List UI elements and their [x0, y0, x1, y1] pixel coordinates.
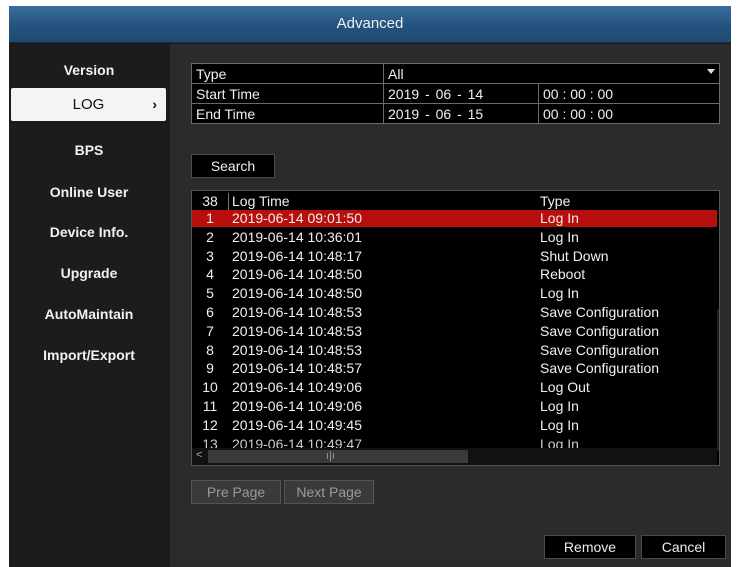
sidebar-item-automaintain[interactable]: AutoMaintain: [9, 306, 169, 322]
log-row-index: 4: [206, 266, 214, 283]
log-row[interactable]: 8 2019-06-14 10:48:53 Save Configuration: [192, 342, 717, 359]
end-date-field[interactable]: 2019 - 06 - 15: [383, 103, 539, 124]
log-row-index: 1: [206, 210, 214, 226]
log-list-header: 38 Log Time Type: [192, 193, 717, 210]
log-row-index: 8: [206, 341, 214, 358]
sidebar-item-device-info[interactable]: Device Info.: [9, 224, 169, 240]
log-row[interactable]: 12 2019-06-14 10:49:45 Log In: [192, 417, 717, 434]
search-button[interactable]: Search: [191, 154, 275, 178]
sidebar-item-bps[interactable]: BPS: [9, 142, 169, 158]
log-row-time: 2019-06-14 10:48:53: [232, 304, 362, 320]
end-time-field[interactable]: 00 : 00 : 00: [538, 103, 720, 124]
log-list: 38 Log Time Type 1 2019-06-14 09:01:50 Log…: [191, 190, 720, 466]
chevron-down-icon: [707, 69, 715, 74]
log-row[interactable]: 2 2019-06-14 10:36:01 Log In: [192, 229, 717, 246]
log-row-type: Save Configuration: [540, 341, 660, 358]
log-row-type: Log In: [540, 210, 579, 226]
column-header-type: Type: [540, 193, 571, 209]
type-select-value: All: [388, 65, 404, 82]
vertical-scrollbar-thumb[interactable]: [717, 211, 719, 309]
sidebar: Version LOG › BPS Online User Device Inf…: [9, 44, 169, 567]
horizontal-scrollbar[interactable]: < ı|ı: [192, 448, 717, 465]
log-row-time: 2019-06-14 10:48:53: [232, 341, 362, 358]
log-row-type: Log Out: [540, 379, 590, 396]
start-time-label: Start Time: [191, 83, 384, 104]
log-row-time: 2019-06-14 09:01:50: [232, 210, 362, 226]
log-row[interactable]: 11 2019-06-14 10:49:06 Log In: [192, 398, 717, 415]
log-row-index: 11: [202, 398, 218, 414]
start-date-field[interactable]: 2019 - 06 - 14: [383, 83, 539, 104]
log-row[interactable]: 10 2019-06-14 10:49:06 Log Out: [192, 379, 717, 396]
log-row-index: 10: [202, 379, 218, 396]
log-row[interactable]: 9 2019-06-14 10:48:57 Save Configuration: [192, 360, 717, 377]
log-row[interactable]: 3 2019-06-14 10:48:17 Shut Down: [192, 248, 717, 265]
log-panel: Type All Start Time 2019 - 06 - 14 00 : …: [170, 44, 731, 567]
sidebar-item-import-export[interactable]: Import/Export: [9, 347, 169, 363]
sidebar-item-log[interactable]: LOG ›: [11, 88, 166, 121]
vertical-scrollbar[interactable]: ^ =: [717, 211, 719, 451]
log-row-index: 7: [206, 322, 214, 339]
start-time-field[interactable]: 00 : 00 : 00: [538, 83, 720, 104]
log-row[interactable]: 1 2019-06-14 09:01:50 Log In: [192, 210, 717, 227]
log-row-index: 2: [206, 228, 214, 245]
log-row-type: Save Configuration: [540, 322, 660, 339]
log-row-index: 3: [206, 247, 214, 264]
window-title: Advanced: [9, 6, 731, 43]
column-header-log-time: Log Time: [232, 193, 290, 209]
type-label: Type: [191, 63, 384, 84]
log-row-type: Log In: [540, 398, 579, 414]
type-select[interactable]: All: [383, 63, 720, 84]
log-row-type: Reboot: [540, 266, 586, 283]
scroll-grip-icon: ı|ı: [326, 450, 335, 462]
log-row-type: Save Configuration: [540, 360, 660, 377]
log-row-index: 9: [206, 360, 214, 377]
scroll-left-arrow-icon[interactable]: <: [196, 449, 202, 461]
log-row-time: 2019-06-14 10:48:50: [232, 266, 362, 283]
log-row-time: 2019-06-14 10:48:50: [232, 285, 362, 302]
log-row-time: 2019-06-14 10:36:01: [232, 228, 362, 245]
sidebar-item-online-user[interactable]: Online User: [9, 184, 169, 200]
log-row-type: Log In: [540, 228, 579, 245]
cancel-button[interactable]: Cancel: [641, 535, 726, 559]
advanced-window: Advanced Version LOG › BPS Online User D…: [9, 6, 731, 567]
log-count: 38: [202, 193, 218, 209]
log-row-time: 2019-06-14 10:48:57: [232, 360, 362, 377]
remove-button[interactable]: Remove: [544, 535, 636, 559]
end-time-label: End Time: [191, 103, 384, 124]
sidebar-item-version[interactable]: Version: [9, 62, 169, 78]
sidebar-item-label: LOG: [72, 96, 105, 113]
log-filter-table: Type All Start Time 2019 - 06 - 14 00 : …: [191, 63, 720, 124]
log-row-type: Save Configuration: [540, 304, 660, 320]
sidebar-item-upgrade[interactable]: Upgrade: [9, 265, 169, 281]
log-row-index: 6: [206, 304, 214, 320]
log-row-index: 12: [202, 416, 218, 433]
log-row-type: Shut Down: [540, 247, 609, 264]
log-row-type: Log In: [540, 416, 579, 433]
next-page-button[interactable]: Next Page: [284, 480, 374, 504]
log-row[interactable]: 4 2019-06-14 10:48:50 Reboot: [192, 266, 717, 283]
log-row-type: Log In: [540, 285, 579, 302]
chevron-right-icon: ›: [152, 96, 157, 112]
log-row[interactable]: 5 2019-06-14 10:48:50 Log In: [192, 285, 717, 302]
pre-page-button[interactable]: Pre Page: [191, 480, 281, 504]
log-row-time: 2019-06-14 10:48:17: [232, 247, 362, 264]
log-row-time: 2019-06-14 10:49:06: [232, 398, 362, 414]
log-row-time: 2019-06-14 10:49:06: [232, 379, 362, 396]
log-row-time: 2019-06-14 10:49:45: [232, 416, 362, 433]
horizontal-scrollbar-thumb[interactable]: [208, 450, 468, 463]
log-row[interactable]: 7 2019-06-14 10:48:53 Save Configuration: [192, 323, 717, 340]
log-row[interactable]: 6 2019-06-14 10:48:53 Save Configuration: [192, 304, 717, 321]
log-row-index: 5: [206, 285, 214, 302]
log-row-time: 2019-06-14 10:48:53: [232, 322, 362, 339]
